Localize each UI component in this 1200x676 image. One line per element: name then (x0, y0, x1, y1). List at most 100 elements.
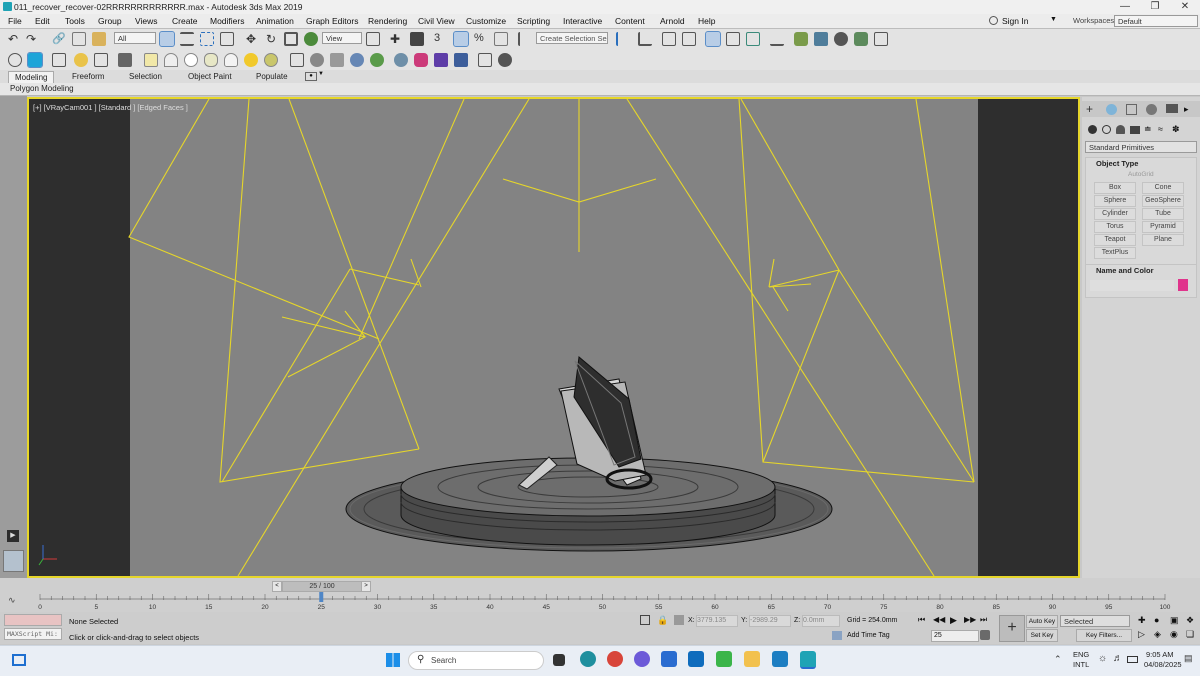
schematic-view-icon[interactable] (746, 32, 760, 46)
vray-geometry-icon[interactable] (350, 53, 364, 67)
outlook-icon[interactable] (688, 651, 704, 667)
network-icon[interactable]: ☼ (1098, 653, 1107, 664)
close-button[interactable]: ✕ (1170, 0, 1200, 14)
minimize-button[interactable]: — (1110, 0, 1140, 14)
vray-light-icon[interactable] (52, 53, 66, 67)
expand-arrow-icon[interactable]: ▶ (7, 530, 19, 542)
plane-button[interactable]: Plane (1142, 234, 1184, 246)
vray-scene-icon[interactable] (330, 53, 344, 67)
vray-sun-light-icon[interactable] (244, 53, 258, 67)
vray-rt-icon[interactable] (27, 52, 43, 68)
utilities-tab-icon[interactable]: ▸ (1184, 104, 1189, 115)
tab-freeform[interactable]: Freeform (66, 71, 110, 82)
menu-graph-editors[interactable]: Graph Editors (306, 16, 358, 26)
hierarchy-tab-icon[interactable] (1126, 104, 1137, 115)
menu-create[interactable]: Create (172, 16, 198, 26)
menu-content[interactable]: Content (615, 16, 645, 26)
file-explorer-icon[interactable] (744, 651, 760, 667)
clock-time[interactable]: 9:05 AM (1146, 650, 1174, 659)
redo-icon[interactable]: ↷ (26, 32, 40, 46)
curve-editor-icon[interactable] (726, 32, 740, 46)
vray-tools-icon[interactable] (454, 53, 468, 67)
geometry-icon[interactable] (1088, 125, 1097, 134)
language-top[interactable]: ENG (1073, 650, 1089, 659)
vray-ies-icon[interactable] (224, 53, 238, 67)
name-and-color-title[interactable]: Name and Color (1096, 266, 1154, 275)
select-manipulate-icon[interactable]: ✚ (390, 32, 404, 46)
z-coord-field[interactable]: 0.0mm (802, 615, 840, 627)
zoom-all-icon[interactable]: ● (1154, 615, 1159, 625)
ribbon-sub-label[interactable]: Polygon Modeling (10, 84, 74, 93)
search-box[interactable]: ⚲ Search (408, 651, 544, 670)
vray-clipper-icon[interactable] (370, 53, 384, 67)
torus-button[interactable]: Torus (1094, 221, 1136, 233)
systems-icon[interactable]: ✽ (1172, 124, 1180, 135)
scene-explorer-icon[interactable] (662, 32, 676, 46)
box-button[interactable]: Box (1094, 182, 1136, 194)
rendered-frame-window-icon[interactable] (814, 32, 828, 46)
render-in-cloud-icon[interactable] (874, 32, 888, 46)
key-filters-button[interactable]: Key Filters... (1076, 629, 1132, 642)
language-bottom[interactable]: INTL (1073, 660, 1089, 669)
cylinder-button[interactable]: Cylinder (1094, 208, 1136, 220)
geosphere-button[interactable]: GeoSphere (1142, 195, 1184, 207)
modify-tab-icon[interactable] (1106, 104, 1117, 115)
menu-arnold[interactable]: Arnold (660, 16, 685, 26)
motion-tab-icon[interactable] (1146, 104, 1157, 115)
render-production-icon[interactable] (834, 32, 848, 46)
current-frame-spinner[interactable]: 25 (931, 630, 979, 642)
vray-sphere-icon[interactable] (184, 53, 198, 67)
clock-date[interactable]: 04/08/2025 (1144, 660, 1182, 669)
key-mode-dropdown[interactable]: Selected (1060, 615, 1130, 627)
cameras-icon[interactable] (1130, 126, 1140, 134)
sign-in-button[interactable]: Sign In (1002, 16, 1028, 26)
maxscript-mini-listener[interactable]: MAXScript Mi: (4, 628, 62, 640)
select-object-icon[interactable] (159, 31, 175, 47)
move-icon[interactable]: ✥ (244, 32, 258, 46)
sphere-button[interactable]: Sphere (1094, 195, 1136, 207)
zoom-extents-icon[interactable]: ▣ (1170, 615, 1179, 626)
y-coord-field[interactable]: -2989.29 (749, 615, 791, 627)
align-icon[interactable] (638, 32, 652, 46)
menu-file[interactable]: File (8, 16, 22, 26)
object-type-title[interactable]: Object Type (1096, 159, 1138, 168)
percent-snap-icon[interactable]: % (474, 32, 488, 46)
vray-dome-icon[interactable] (164, 53, 178, 67)
battery-icon[interactable] (1127, 656, 1138, 663)
place-icon[interactable] (304, 32, 318, 46)
edge-icon[interactable] (580, 651, 596, 667)
x-coord-field[interactable]: 3779.135 (696, 615, 738, 627)
viewport-scene[interactable] (29, 99, 1078, 576)
volume-icon[interactable]: ♬ (1113, 653, 1123, 664)
material-editor-icon[interactable] (770, 32, 784, 46)
viewport-label[interactable]: [+] [VRayCam001 ] [Standard ] [Edged Fac… (33, 103, 188, 112)
orbit-icon[interactable]: ◈ (1154, 629, 1161, 640)
primitive-category-dropdown[interactable]: Standard Primitives (1085, 141, 1197, 153)
vray-palette-icon[interactable] (414, 53, 428, 67)
ribbon-options-icon[interactable]: ● (305, 72, 317, 81)
previous-frame-icon[interactable]: ◀◀ (933, 615, 945, 624)
unlink-icon[interactable] (72, 32, 86, 46)
walk-through-icon[interactable]: ◉ (1170, 629, 1178, 640)
absolute-mode-icon[interactable] (674, 615, 684, 625)
object-name-field[interactable] (1090, 280, 1174, 291)
menu-rendering[interactable]: Rendering (368, 16, 407, 26)
vray-ambient-icon[interactable] (264, 53, 278, 67)
select-by-name-icon[interactable] (180, 32, 194, 46)
window-crossing-icon[interactable] (220, 32, 234, 46)
render-setup-icon[interactable] (794, 32, 808, 46)
space-warps-icon[interactable]: ≈ (1158, 124, 1163, 134)
pyramid-button[interactable]: Pyramid (1142, 221, 1184, 233)
menu-modifiers[interactable]: Modifiers (210, 16, 244, 26)
snaps-toggle-icon[interactable]: 3 (434, 32, 448, 46)
tab-object-paint[interactable]: Object Paint (182, 71, 238, 82)
vray-vfb-icon[interactable] (434, 53, 448, 67)
tray-chevron-icon[interactable]: ⌃ (1054, 654, 1062, 665)
reference-coordinate-dropdown[interactable]: View (322, 32, 362, 44)
menu-civil-view[interactable]: Civil View (418, 16, 455, 26)
cone-button[interactable]: Cone (1142, 182, 1184, 194)
viewport-layout-tab[interactable] (3, 550, 24, 572)
undo-icon[interactable]: ↶ (8, 32, 22, 46)
menu-group[interactable]: Group (98, 16, 122, 26)
mirror-icon[interactable] (616, 32, 630, 46)
